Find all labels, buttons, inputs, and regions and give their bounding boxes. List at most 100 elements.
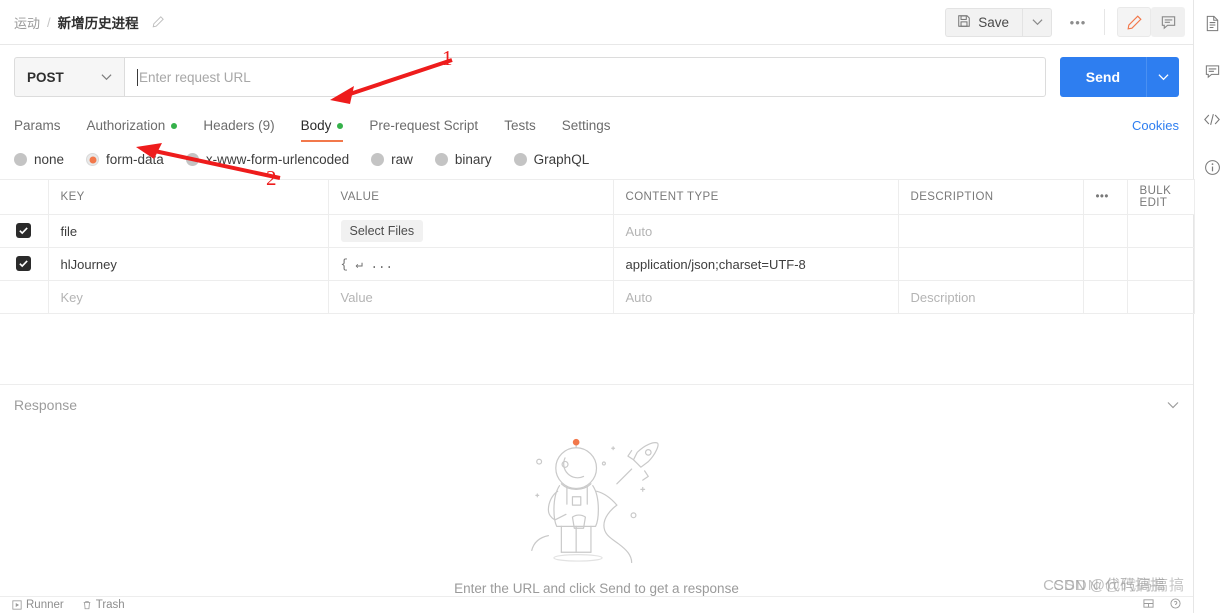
send-options-button[interactable] [1146, 57, 1179, 97]
row-content-type-placeholder[interactable]: Auto [613, 280, 899, 314]
status-dot-icon [337, 122, 344, 129]
response-empty-message: Enter the URL and click Send to get a re… [454, 580, 739, 596]
trash-button[interactable]: Trash [82, 599, 125, 611]
comments-button[interactable] [1151, 7, 1185, 37]
top-bar: 运动 / 新增历史进程 Save ••• [0, 0, 1193, 45]
tab-settings[interactable]: Settings [562, 118, 611, 142]
breadcrumb-current[interactable]: 新增历史进程 [58, 12, 139, 32]
documentation-icon[interactable] [1199, 10, 1225, 36]
response-empty-state: Enter the URL and click Send to get a re… [0, 424, 1193, 596]
runner-label: Runner [26, 599, 64, 611]
save-options-button[interactable] [1022, 7, 1052, 37]
runner-button[interactable]: Runner [12, 599, 64, 611]
row-spacer [1083, 247, 1128, 281]
save-icon [957, 14, 971, 31]
body-type-label: binary [454, 152, 492, 167]
row-content-type[interactable]: Auto [613, 214, 899, 248]
row-description[interactable] [898, 247, 1084, 281]
status-dot-icon [171, 122, 178, 129]
toolbar-divider [1104, 9, 1105, 35]
form-data-table: KEY VALUE CONTENT TYPE DESCRIPTION ••• B… [0, 179, 1195, 314]
row-checkbox-cell [0, 247, 49, 281]
code-icon[interactable] [1199, 106, 1225, 132]
layout-toggle-button[interactable] [1143, 598, 1154, 612]
body-type-label: raw [391, 152, 413, 167]
row-checkbox-checked[interactable] [16, 223, 32, 238]
tab-label: Settings [561, 118, 611, 133]
row-checkbox-cell [0, 214, 49, 248]
body-type-label: none [34, 152, 65, 167]
tab-body[interactable]: Body [300, 118, 344, 142]
tab-pre-request-script[interactable]: Pre-request Script [369, 118, 478, 142]
radio-icon [14, 153, 27, 166]
table-header-row: KEY VALUE CONTENT TYPE DESCRIPTION ••• B… [0, 179, 1195, 215]
body-type-raw[interactable]: raw [371, 152, 413, 167]
send-button[interactable]: Send [1059, 57, 1146, 97]
main-panel: 运动 / 新增历史进程 Save ••• POST Enter request … [0, 0, 1195, 613]
annotation-number-1: 1 [442, 46, 453, 70]
row-spacer [1083, 280, 1128, 314]
status-bar-right [1143, 598, 1181, 612]
right-sidebar [1194, 0, 1230, 613]
body-type-graphql[interactable]: GraphQL [513, 152, 590, 167]
more-actions-button[interactable]: ••• [1064, 8, 1092, 36]
row-description[interactable] [898, 214, 1084, 248]
header-value: VALUE [328, 179, 614, 215]
response-title: Response [14, 396, 78, 413]
bulk-edit-button[interactable]: Bulk Edit [1127, 179, 1195, 215]
postman-window: 运动 / 新增历史进程 Save ••• POST Enter request … [0, 0, 1230, 613]
tab-label: Authorization [86, 118, 166, 133]
row-value[interactable]: { ↵ ... [328, 247, 614, 281]
request-tabs: Params Authorization Headers (9) Body Pr… [0, 110, 1193, 142]
body-type-label: form-data [106, 152, 164, 167]
http-method-select[interactable]: POST [14, 57, 124, 97]
row-key-placeholder[interactable]: Key [48, 280, 329, 314]
row-content-type[interactable]: application/json;charset=UTF-8 [613, 247, 899, 281]
table-options-button[interactable]: ••• [1083, 179, 1128, 215]
response-collapse-button[interactable] [1167, 397, 1179, 412]
tab-tests[interactable]: Tests [504, 118, 536, 142]
trash-icon [83, 601, 91, 610]
row-key[interactable]: hlJourney [48, 247, 329, 281]
tab-label: Pre-request Script [369, 118, 479, 133]
tab-label: Body [300, 118, 332, 133]
select-files-button[interactable]: Select Files [340, 220, 424, 242]
response-header: Response [0, 384, 1193, 424]
row-checkbox-checked[interactable] [16, 256, 32, 271]
row-value[interactable]: Select Files [328, 214, 614, 248]
info-icon[interactable] [1199, 154, 1225, 180]
header-key: KEY [48, 179, 329, 215]
body-type-label: x-www-form-urlencoded [205, 152, 350, 167]
edit-mode-button[interactable] [1117, 7, 1151, 37]
body-type-x-www-form-urlencoded[interactable]: x-www-form-urlencoded [185, 152, 350, 167]
body-type-label: GraphQL [533, 152, 590, 167]
astronaut-illustration-icon [504, 424, 689, 567]
table-row-empty: Key Value Auto Description [0, 280, 1195, 314]
tab-authorization[interactable]: Authorization [87, 118, 178, 142]
tab-headers[interactable]: Headers (9) [203, 118, 274, 142]
save-button[interactable]: Save [945, 7, 1022, 37]
http-method-value: POST [27, 69, 64, 85]
row-spacer [1083, 214, 1128, 248]
row-value-placeholder[interactable]: Value [328, 280, 614, 314]
tab-label: Headers (9) [203, 118, 275, 133]
edit-pencil-icon[interactable] [151, 15, 165, 29]
row-description-placeholder[interactable]: Description [898, 280, 1084, 314]
row-checkbox-cell [0, 280, 49, 314]
body-type-none[interactable]: none [14, 152, 64, 167]
header-checkbox-cell [0, 179, 49, 215]
status-bar: Runner Trash [0, 596, 1193, 613]
tab-params[interactable]: Params [14, 118, 61, 142]
row-key[interactable]: file [48, 214, 329, 248]
breadcrumb-parent[interactable]: 运动 [14, 13, 40, 32]
request-url-input[interactable]: Enter request URL [124, 57, 1046, 97]
radio-icon [513, 153, 527, 166]
tab-label: Params [14, 118, 61, 133]
help-button[interactable] [1170, 598, 1181, 612]
body-type-binary[interactable]: binary [434, 152, 492, 167]
header-content-type: CONTENT TYPE [613, 179, 899, 215]
cookies-link[interactable]: Cookies [1132, 118, 1179, 142]
annotation-number-2: 2 [266, 166, 277, 190]
body-type-form-data[interactable]: form-data [86, 152, 164, 167]
comment-icon[interactable] [1199, 58, 1225, 84]
